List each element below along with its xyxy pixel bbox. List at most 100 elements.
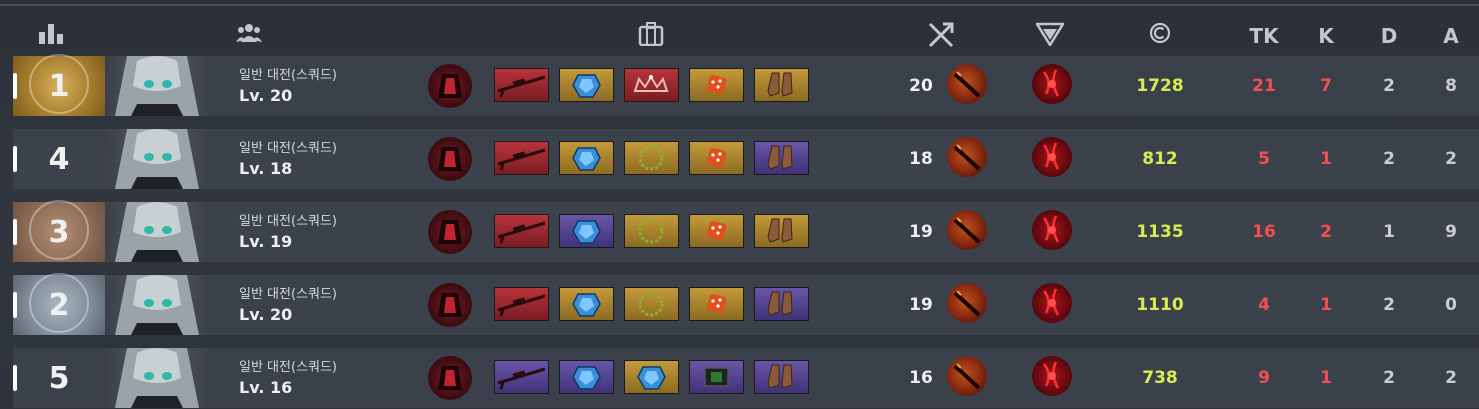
equipment-slot-5[interactable] bbox=[754, 68, 809, 102]
rank-ring bbox=[29, 54, 89, 114]
team-kills-value: 16 bbox=[1252, 222, 1276, 242]
assists-value: 2 bbox=[1445, 149, 1457, 169]
character-icon[interactable] bbox=[428, 283, 472, 327]
character-icon[interactable] bbox=[428, 137, 472, 181]
table-row[interactable]: 2 일반 대전(스쿼드) Lv. 20 19 1110 4 1 2 0 bbox=[13, 273, 1479, 335]
credits-value: 738 bbox=[1142, 368, 1178, 388]
game-mode-label: 일반 대전(스쿼드) bbox=[239, 141, 337, 156]
player-level: Lv. 19 bbox=[239, 232, 293, 251]
table-row[interactable]: 3 일반 대전(스쿼드) Lv. 19 19 1135 16 2 1 9 bbox=[13, 200, 1479, 262]
team-kills-value: 21 bbox=[1252, 76, 1276, 96]
ranking-icon bbox=[38, 22, 64, 48]
credits-value: 1110 bbox=[1136, 295, 1184, 315]
avatar bbox=[107, 56, 207, 116]
row-indicator bbox=[13, 73, 17, 99]
table-row[interactable]: 4 일반 대전(스쿼드) Lv. 18 18 812 5 1 2 2 bbox=[13, 129, 1479, 189]
skill-icon[interactable] bbox=[1032, 356, 1072, 396]
weapon-icon[interactable] bbox=[947, 210, 987, 250]
equipment-slot-4[interactable] bbox=[689, 287, 744, 321]
weapon-icon[interactable] bbox=[947, 356, 987, 396]
player-level: Lv. 16 bbox=[239, 378, 293, 397]
equipment-slot-4[interactable] bbox=[689, 214, 744, 248]
skill-icon[interactable] bbox=[1032, 210, 1072, 250]
character-icon[interactable] bbox=[428, 210, 472, 254]
deaths-value: 2 bbox=[1383, 149, 1395, 169]
equipment-slot-3[interactable] bbox=[624, 141, 679, 175]
header-d: D bbox=[1380, 24, 1398, 48]
row-indicator bbox=[13, 219, 17, 245]
skill-icon[interactable] bbox=[1032, 137, 1072, 177]
skill-icon[interactable] bbox=[1032, 64, 1072, 104]
kills-value: 7 bbox=[1320, 76, 1332, 96]
game-mode-label: 일반 대전(스쿼드) bbox=[239, 68, 337, 83]
equipment-slot-4[interactable] bbox=[689, 360, 744, 394]
equipment-slot-5[interactable] bbox=[754, 287, 809, 321]
inventory-icon bbox=[638, 22, 664, 50]
row-indicator bbox=[13, 146, 17, 172]
skill-icon bbox=[1034, 22, 1066, 50]
game-mode-label: 일반 대전(스쿼드) bbox=[239, 287, 337, 302]
assists-value: 9 bbox=[1445, 222, 1457, 242]
weapon-icon[interactable] bbox=[947, 137, 987, 177]
equipment-slot-3[interactable] bbox=[624, 287, 679, 321]
equipment-slot-1[interactable] bbox=[494, 287, 549, 321]
equipment-slot-4[interactable] bbox=[689, 141, 744, 175]
weapon-mastery-level: 16 bbox=[909, 368, 933, 388]
weapon-icon[interactable] bbox=[947, 64, 987, 104]
equipment-slot-2[interactable] bbox=[559, 287, 614, 321]
kills-value: 1 bbox=[1320, 149, 1332, 169]
equipment-slot-2[interactable] bbox=[559, 360, 614, 394]
rank-badge: 2 bbox=[13, 273, 105, 335]
avatar bbox=[107, 202, 207, 262]
rank-ring bbox=[29, 200, 89, 260]
weapon-icon[interactable] bbox=[947, 283, 987, 323]
kills-value: 1 bbox=[1320, 368, 1332, 388]
weapon-mastery-level: 19 bbox=[909, 295, 933, 315]
game-mode-label: 일반 대전(스쿼드) bbox=[239, 360, 337, 375]
equipment-slot-5[interactable] bbox=[754, 141, 809, 175]
kills-value: 1 bbox=[1320, 295, 1332, 315]
team-kills-value: 4 bbox=[1258, 295, 1270, 315]
equipment-slot-3[interactable] bbox=[624, 214, 679, 248]
assists-value: 8 bbox=[1445, 76, 1457, 96]
rank-ring bbox=[29, 273, 89, 333]
character-icon[interactable] bbox=[428, 64, 472, 108]
deaths-value: 2 bbox=[1383, 368, 1395, 388]
equipment-slot-2[interactable] bbox=[559, 141, 614, 175]
player-level: Lv. 18 bbox=[239, 159, 293, 178]
deaths-value: 2 bbox=[1383, 76, 1395, 96]
avatar bbox=[107, 275, 207, 335]
equipment-slot-1[interactable] bbox=[494, 141, 549, 175]
equipment-slot-5[interactable] bbox=[754, 360, 809, 394]
equipment-slot-3[interactable] bbox=[624, 360, 679, 394]
equipment-slot-1[interactable] bbox=[494, 360, 549, 394]
team-icon bbox=[236, 22, 262, 46]
team-kills-value: 9 bbox=[1258, 368, 1270, 388]
table-row[interactable]: 1 일반 대전(스쿼드) Lv. 20 20 1728 21 7 2 8 bbox=[13, 54, 1479, 116]
equipment-slot-2[interactable] bbox=[559, 68, 614, 102]
skill-icon[interactable] bbox=[1032, 283, 1072, 323]
equipment-slot-5[interactable] bbox=[754, 214, 809, 248]
rank-number: 4 bbox=[48, 141, 70, 177]
avatar bbox=[107, 348, 207, 408]
player-level: Lv. 20 bbox=[239, 86, 293, 105]
table-row[interactable]: 5 일반 대전(스쿼드) Lv. 16 16 738 9 1 2 2 bbox=[13, 348, 1479, 408]
weapon-icon bbox=[928, 22, 954, 52]
row-indicator bbox=[13, 365, 17, 391]
equipment-slot-1[interactable] bbox=[494, 214, 549, 248]
weapon-mastery-level: 19 bbox=[909, 222, 933, 242]
credits-value: 1728 bbox=[1136, 76, 1184, 96]
deaths-value: 1 bbox=[1383, 222, 1395, 242]
assists-value: 0 bbox=[1445, 295, 1457, 315]
assists-value: 2 bbox=[1445, 368, 1457, 388]
equipment-slot-2[interactable] bbox=[559, 214, 614, 248]
table-header: TK K D A bbox=[0, 12, 1479, 56]
rank-badge: 3 bbox=[13, 200, 105, 262]
equipment-slot-3[interactable] bbox=[624, 68, 679, 102]
header-a: A bbox=[1443, 24, 1459, 48]
credits-value: 1135 bbox=[1136, 222, 1184, 242]
equipment-slot-1[interactable] bbox=[494, 68, 549, 102]
player-level: Lv. 20 bbox=[239, 305, 293, 324]
equipment-slot-4[interactable] bbox=[689, 68, 744, 102]
character-icon[interactable] bbox=[428, 356, 472, 400]
